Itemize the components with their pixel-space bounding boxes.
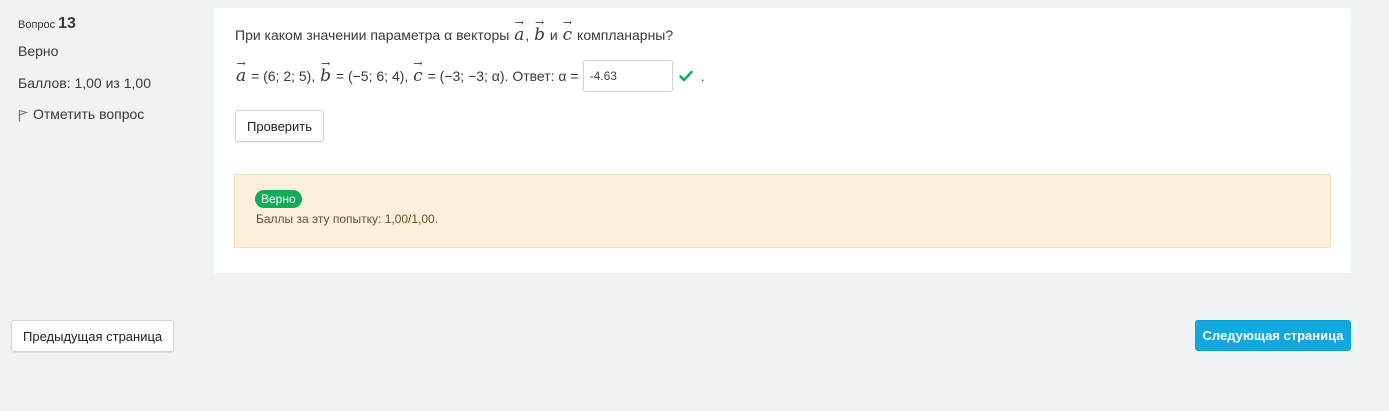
answer-period: . xyxy=(700,68,705,84)
flag-question-link[interactable]: Отметить вопрос xyxy=(18,105,198,122)
vector-arrow: → xyxy=(562,16,572,29)
vector-c-coords: = (−3; −3; α). Ответ: α = xyxy=(427,68,579,84)
vector-c-symbol: → c xyxy=(562,16,573,45)
comma: , xyxy=(525,27,530,43)
answer-input[interactable] xyxy=(582,60,673,92)
vector-arrow: → xyxy=(534,16,545,29)
feedback-box: Верно Баллы за эту попытку: 1,00/1,00. xyxy=(234,174,1331,248)
attempt-mark: Баллы за эту попытку: 1,00/1,00. xyxy=(256,212,439,226)
question-number: 13 xyxy=(58,15,76,32)
flag-label: Отметить вопрос xyxy=(33,105,145,122)
next-page-button[interactable]: Следующая страница xyxy=(1195,320,1351,351)
vector-a-coords: = (6; 2; 5), xyxy=(251,68,316,84)
vector-b-coords: = (−5; 6; 4), xyxy=(335,68,409,84)
question-label: Вопрос xyxy=(18,19,56,31)
question-grade: Баллов: 1,00 из 1,00 xyxy=(18,75,151,91)
correct-check-icon xyxy=(678,70,693,82)
question-state: Верно xyxy=(18,43,59,59)
vector-c-symbol: → c xyxy=(413,57,423,86)
correct-badge: Верно xyxy=(255,190,302,208)
and-word: и xyxy=(549,27,558,43)
vector-arrow: → xyxy=(320,57,331,70)
check-button[interactable]: Проверить xyxy=(235,110,325,142)
flag-icon xyxy=(18,110,28,122)
question-info: Вопрос 13 Верно Баллов: 1,00 из 1,00 Отме… xyxy=(18,14,198,122)
question-text: При каком значении параметра α векторы →… xyxy=(235,16,674,45)
prompt-start: При каком значении параметра α векторы xyxy=(235,27,510,43)
vector-arrow: → xyxy=(413,57,423,70)
question-content: При каком значении параметра α векторы →… xyxy=(214,8,1351,273)
vector-a-symbol: → a xyxy=(514,16,525,45)
answer-line: → a = (6; 2; 5), → b = (−5; 6; 4), → c = (−… xyxy=(235,57,705,92)
vector-arrow: → xyxy=(514,16,524,29)
vector-a-symbol: → a xyxy=(236,57,247,86)
vector-b-symbol: → b xyxy=(534,16,546,45)
prompt-end: компланарны? xyxy=(577,27,674,43)
previous-page-button[interactable]: Предыдущая страница xyxy=(11,320,175,352)
question-number-line: Вопрос 13 xyxy=(18,14,198,35)
vector-b-symbol: → b xyxy=(320,57,332,86)
vector-arrow: → xyxy=(236,57,246,70)
